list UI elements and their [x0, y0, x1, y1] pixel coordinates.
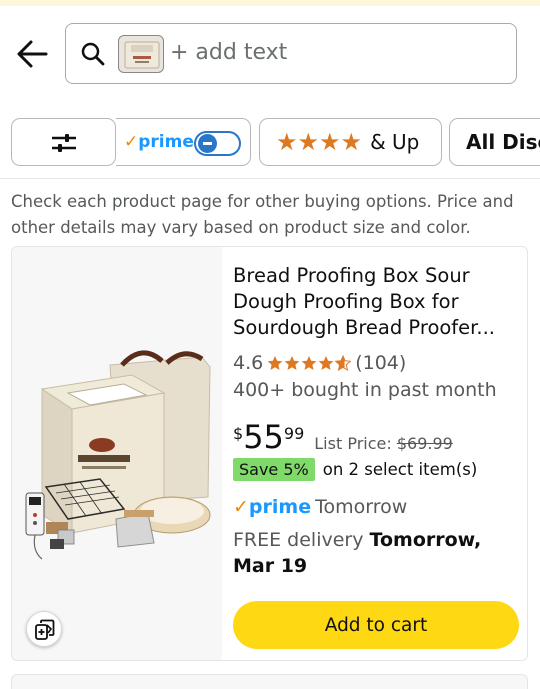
star-icon: ★ [297, 128, 320, 156]
filter-bar: ✓prime ★ ★ ★ ★ & Up All Disco [0, 118, 540, 166]
list-price-value: $69.99 [396, 434, 453, 453]
prime-filter-toggle[interactable]: ✓prime [116, 118, 251, 166]
prime-delivery-day: Tomorrow [315, 496, 408, 518]
prime-check-icon: ✓ [233, 496, 249, 518]
list-price: List Price: $69.99 [314, 434, 453, 453]
prime-badge: ✓prime [233, 496, 311, 518]
price-symbol: $ [233, 424, 244, 443]
back-arrow-icon[interactable] [14, 36, 52, 72]
prime-check-icon: ✓ [124, 132, 139, 152]
product-image[interactable] [12, 247, 222, 660]
star-icon: ★ [340, 128, 363, 156]
rating-stars [267, 355, 352, 372]
buying-options-notice: Check each product page for other buying… [11, 192, 514, 237]
search-image-thumbnail[interactable] [118, 35, 164, 73]
prime-toggle-switch[interactable] [194, 131, 241, 156]
coupon-row: Save 5% on 2 select item(s) [233, 458, 477, 481]
four-stars-and-up-filter[interactable]: ★ ★ ★ ★ & Up [259, 118, 442, 166]
divider [0, 178, 540, 179]
delivery-prefix: FREE delivery [233, 529, 364, 551]
compare-button[interactable] [26, 611, 62, 647]
star-icon: ★ [276, 128, 298, 156]
star-rating-icon [267, 355, 352, 370]
search-icon [80, 41, 106, 67]
prime-logo: ✓prime [124, 132, 194, 152]
discount-filter-label: All Disco [466, 130, 540, 154]
prime-label: prime [138, 132, 194, 152]
star-icon: ★ [319, 128, 341, 156]
toggle-knob [198, 134, 217, 153]
sliders-icon [50, 132, 78, 154]
price-whole: 55 [243, 418, 284, 456]
search-header: + add text [0, 0, 540, 100]
filters-button[interactable] [11, 118, 116, 166]
search-input[interactable]: + add text [170, 40, 287, 65]
prime-delivery-row: ✓prime Tomorrow [233, 496, 407, 518]
add-to-cart-button[interactable]: Add to cart [233, 601, 519, 649]
bought-in-past-month: 400+ bought in past month [233, 379, 497, 401]
rating-value: 4.6 [233, 352, 264, 374]
list-price-label: List Price: [314, 434, 392, 453]
price-fraction: 99 [283, 424, 305, 443]
product-card[interactable]: Bread Proofing Box Sour Dough Proofing B… [11, 246, 528, 661]
proofing-box-illustration [25, 350, 211, 560]
save-text: on 2 select item(s) [322, 460, 478, 479]
all-discounts-filter[interactable]: All Disco [449, 118, 540, 166]
stars-filter-label: & Up [370, 130, 420, 154]
prime-badge-label: prime [248, 496, 312, 518]
search-bar[interactable]: + add text [65, 23, 517, 84]
save-badge: Save 5% [233, 458, 315, 481]
price: $ 55 99 List Price: $69.99 [233, 419, 453, 455]
product-title[interactable]: Bread Proofing Box Sour Dough Proofing B… [233, 263, 523, 341]
compare-icon [35, 619, 55, 640]
next-product-card[interactable] [11, 674, 528, 689]
delivery-info: FREE delivery Tomorrow, Mar 19 [233, 527, 525, 579]
review-count: (104) [355, 352, 407, 374]
rating-row[interactable]: 4.6 (104) [233, 352, 406, 374]
